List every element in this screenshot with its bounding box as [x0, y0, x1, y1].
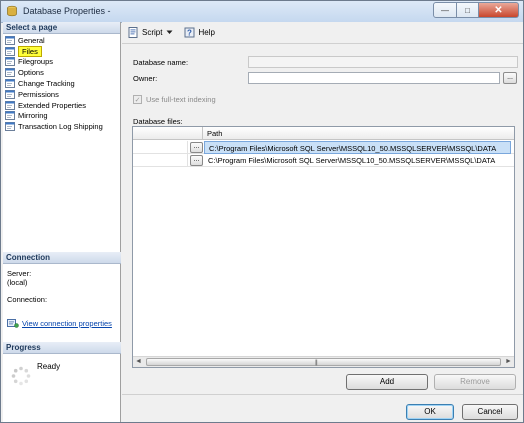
- connection-body: Server: (local) Connection: View connect…: [3, 264, 121, 333]
- connection-header: Connection: [3, 252, 121, 264]
- page-item-label: Files: [18, 45, 42, 57]
- select-page-header: Select a page: [3, 22, 120, 34]
- maximize-button[interactable]: □: [457, 2, 479, 18]
- page-icon: [5, 111, 15, 121]
- view-connection-properties-link[interactable]: View connection properties: [7, 318, 117, 328]
- fulltext-checkbox[interactable]: ✓: [133, 95, 142, 104]
- database-files-label: Database files:: [133, 117, 183, 126]
- window-title: Database Properties -: [23, 6, 111, 16]
- help-icon: ?: [184, 27, 195, 38]
- svg-text:?: ?: [188, 29, 193, 38]
- progress-header: Progress: [3, 342, 121, 354]
- script-button[interactable]: Script: [128, 27, 176, 38]
- scroll-left-icon[interactable]: ◄: [133, 357, 144, 367]
- left-pane: Select a page General Files Filegroups O…: [3, 22, 121, 422]
- owner-field[interactable]: [248, 72, 500, 84]
- path-cell[interactable]: C:\Program Files\Microsoft SQL Server\MS…: [204, 141, 511, 154]
- close-button[interactable]: ✕: [479, 2, 519, 18]
- grid-header: Path: [133, 127, 514, 140]
- path-browse-button[interactable]: ...: [190, 142, 203, 153]
- divider: [122, 394, 523, 395]
- page-item-files[interactable]: Files: [3, 45, 120, 57]
- chevron-down-icon[interactable]: [166, 30, 173, 35]
- page-item-extended-properties[interactable]: Extended Properties: [3, 100, 120, 111]
- help-label: Help: [198, 28, 215, 37]
- view-connection-properties-label: View connection properties: [22, 318, 112, 328]
- fulltext-label: Use full-text indexing: [146, 95, 216, 104]
- page-item-transaction-log-shipping[interactable]: Transaction Log Shipping: [3, 121, 120, 132]
- page-icon: [5, 79, 15, 89]
- page-icon: [5, 68, 15, 78]
- window-controls: — □ ✕: [433, 2, 519, 18]
- page-item-label: Mirroring: [18, 111, 48, 121]
- connection-section: Connection Server: (local) Connection: V…: [3, 252, 121, 333]
- remove-button[interactable]: Remove: [434, 374, 516, 390]
- page-item-filegroups[interactable]: Filegroups: [3, 57, 120, 68]
- right-pane: Script ? Help Database name: Owner: ... …: [122, 22, 523, 422]
- database-properties-window: Database Properties - — □ ✕ Select a pag…: [0, 0, 524, 423]
- table-row[interactable]: ... C:\Program Files\Microsoft SQL Serve…: [133, 141, 514, 154]
- scroll-grip-icon: |||: [315, 360, 318, 366]
- progress-body: Ready: [3, 354, 121, 394]
- path-cell[interactable]: C:\Program Files\Microsoft SQL Server\MS…: [204, 154, 511, 167]
- page-item-label: Extended Properties: [18, 100, 86, 110]
- fulltext-indexing-row: ✓ Use full-text indexing: [133, 95, 216, 104]
- page-item-general[interactable]: General: [3, 35, 120, 46]
- server-label: Server:: [7, 269, 32, 278]
- database-files-grid: Path ... C:\Program Files\Microsoft SQL …: [132, 126, 515, 368]
- horizontal-scrollbar[interactable]: ◄ ||| ►: [133, 356, 514, 367]
- page-item-label: Permissions: [18, 89, 59, 99]
- page-icon: [5, 100, 15, 110]
- page-item-label: Options: [18, 68, 44, 78]
- database-icon: [7, 5, 17, 17]
- grid-cell-blank: [133, 141, 188, 154]
- page-icon: [5, 122, 15, 132]
- database-name-field[interactable]: [248, 56, 518, 68]
- page-item-permissions[interactable]: Permissions: [3, 89, 120, 100]
- owner-label: Owner:: [133, 74, 158, 83]
- toolbar: Script ? Help: [122, 22, 523, 44]
- page-item-mirroring[interactable]: Mirroring: [3, 111, 120, 122]
- help-button[interactable]: ? Help: [184, 27, 215, 38]
- page-icon: [5, 46, 15, 56]
- progress-status: Ready: [37, 362, 61, 371]
- path-browse-button[interactable]: ...: [190, 155, 203, 166]
- page-item-label: General: [18, 35, 45, 45]
- script-label: Script: [142, 28, 163, 37]
- page-icon: [5, 89, 15, 99]
- server-value: (local): [7, 278, 28, 287]
- grid-header-path: Path: [207, 129, 223, 138]
- page-item-label: Filegroups: [18, 57, 54, 67]
- page-item-label: Transaction Log Shipping: [18, 122, 103, 132]
- table-row[interactable]: ... C:\Program Files\Microsoft SQL Serve…: [133, 154, 514, 167]
- page-icon: [5, 57, 15, 67]
- grid-cell-blank: [133, 154, 188, 167]
- page-list: General Files Filegroups Options Change …: [3, 34, 120, 132]
- minimize-button[interactable]: —: [433, 2, 457, 18]
- script-icon: [128, 27, 138, 38]
- database-name-label: Database name:: [133, 58, 189, 67]
- progress-section: Progress Ready: [3, 342, 121, 394]
- connection-label: Connection:: [7, 295, 48, 304]
- spinner-icon: [11, 366, 31, 386]
- page-item-label: Change Tracking: [18, 79, 75, 89]
- owner-browse-button[interactable]: ...: [503, 72, 517, 84]
- page-item-options[interactable]: Options: [3, 67, 120, 78]
- page-icon: [5, 35, 15, 45]
- add-button[interactable]: Add: [346, 374, 428, 390]
- scroll-thumb[interactable]: |||: [146, 358, 501, 366]
- grid-header-blank: [133, 127, 203, 140]
- ok-button[interactable]: OK: [406, 404, 454, 420]
- page-item-change-tracking[interactable]: Change Tracking: [3, 78, 120, 89]
- title-bar[interactable]: Database Properties - — □ ✕: [1, 1, 523, 23]
- scroll-right-icon[interactable]: ►: [503, 357, 514, 367]
- connection-properties-icon: [7, 319, 19, 328]
- cancel-button[interactable]: Cancel: [462, 404, 518, 420]
